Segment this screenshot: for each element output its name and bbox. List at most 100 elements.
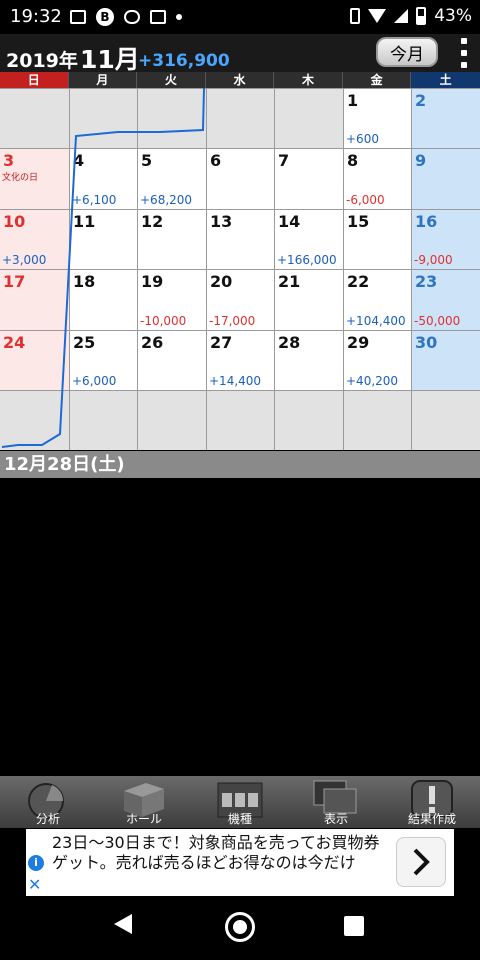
day-number: 16	[415, 212, 438, 231]
hall-label: ホール	[125, 812, 162, 826]
monthly-total: +316,900	[138, 51, 230, 71]
day-number: 30	[415, 333, 438, 352]
calendar-day-15[interactable]: 15	[344, 210, 411, 269]
calendar-day-1[interactable]: 1 +600	[344, 89, 411, 148]
overflow-menu-button[interactable]	[456, 38, 472, 68]
selected-date-bar[interactable]: 12月28日(土)	[0, 451, 480, 478]
bottom-toolbar: 分析 ホール 機種 表示 結果作成	[0, 776, 480, 828]
create-result-label: 結果作成	[407, 812, 456, 826]
menu-dot-icon	[461, 62, 467, 68]
create-result-button[interactable]: 結果作成	[384, 776, 480, 828]
day-balance: +6,100	[72, 193, 117, 207]
mail-icon	[150, 10, 166, 24]
notification-icons: B	[70, 8, 182, 26]
calendar-day-5[interactable]: 5 +68,200	[138, 149, 206, 209]
day-number: 20	[210, 272, 233, 291]
calendar-day-26[interactable]: 26	[138, 331, 206, 390]
calendar-cell-empty[interactable]	[138, 89, 206, 148]
calendar-cell-empty[interactable]	[412, 391, 480, 450]
calendar-day-8[interactable]: 8 -6,000	[344, 149, 411, 209]
weekday-thu: 木	[274, 72, 343, 88]
calendar-day-9[interactable]: 9	[412, 149, 480, 209]
calendar-cell-empty[interactable]	[70, 391, 137, 450]
calendar-day-17[interactable]: 17	[0, 270, 69, 330]
calendar-day-30[interactable]: 30	[412, 331, 480, 390]
ad-open-button[interactable]	[396, 837, 446, 887]
calendar-day-2[interactable]: 2	[412, 89, 480, 148]
calendar-day-16[interactable]: 16 -9,000	[412, 210, 480, 269]
calendar-cell-empty[interactable]	[275, 391, 343, 450]
calendar-day-3[interactable]: 3 文化の日	[0, 149, 69, 209]
calendar-day-6[interactable]: 6	[207, 149, 274, 209]
calendar-cell-empty[interactable]	[138, 391, 206, 450]
ad-content[interactable]: i ✕ 23日〜30日まで！対象商品を売ってお買物券ゲット。売れば売るほどお得な…	[26, 829, 454, 896]
day-number: 29	[347, 333, 370, 352]
calendar-cell-empty[interactable]	[0, 391, 69, 450]
day-balance: -10,000	[140, 314, 187, 328]
calendar-cell-empty[interactable]	[207, 391, 274, 450]
ad-text[interactable]: 23日〜30日まで！対象商品を売ってお買物券ゲット。売れば売るほどお得なのは今だ…	[52, 833, 382, 873]
calendar-day-19[interactable]: 19 -10,000	[138, 270, 206, 330]
calendar-day-21[interactable]: 21	[275, 270, 343, 330]
day-number: 26	[141, 333, 164, 352]
calendar-cell-empty[interactable]	[0, 89, 69, 148]
back-icon[interactable]	[114, 914, 132, 934]
calendar-day-25[interactable]: 25 +6,000	[70, 331, 137, 390]
display-label: 表示	[323, 812, 348, 826]
home-icon[interactable]	[225, 912, 255, 942]
day-balance: +3,000	[2, 253, 47, 267]
app-notification-icon: B	[96, 8, 114, 26]
day-number: 10	[3, 212, 26, 231]
display-button[interactable]: 表示	[288, 776, 384, 828]
calendar-day-7[interactable]: 7	[275, 149, 343, 209]
day-number: 3	[3, 151, 15, 170]
calendar-day-22[interactable]: 22 +104,400	[344, 270, 411, 330]
day-number: 18	[73, 272, 96, 291]
this-month-button[interactable]: 今月	[376, 37, 438, 67]
day-number: 4	[73, 151, 85, 170]
calendar-day-29[interactable]: 29 +40,200	[344, 331, 411, 390]
day-balance: -17,000	[209, 314, 256, 328]
day-number: 14	[278, 212, 301, 231]
calendar-day-4[interactable]: 4 +6,100	[70, 149, 137, 209]
ad-close-icon[interactable]: ✕	[28, 875, 41, 894]
day-number: 25	[73, 333, 96, 352]
calendar-cell-empty[interactable]	[344, 391, 411, 450]
calendar-day-28[interactable]: 28	[275, 331, 343, 390]
recent-apps-icon[interactable]	[344, 916, 364, 936]
analysis-button[interactable]: 分析	[0, 776, 96, 828]
day-number: 2	[415, 91, 427, 110]
calendar-day-10[interactable]: 10 +3,000	[0, 210, 69, 269]
calendar-cell-empty[interactable]	[70, 89, 137, 148]
day-number: 15	[347, 212, 370, 231]
calendar-day-12[interactable]: 12	[138, 210, 206, 269]
ad-banner[interactable]: i ✕ 23日〜30日まで！対象商品を売ってお買物券ゲット。売れば売るほどお得な…	[0, 829, 480, 896]
analysis-label: 分析	[35, 812, 60, 826]
calendar-day-27[interactable]: 27 +14,400	[207, 331, 274, 390]
calendar-cell-empty[interactable]	[207, 89, 274, 148]
calendar-day-11[interactable]: 11	[70, 210, 137, 269]
more-notifications-icon	[176, 14, 182, 20]
machine-label: 機種	[227, 812, 252, 826]
day-balance: +40,200	[346, 374, 399, 388]
calendar-day-23[interactable]: 23 -50,000	[412, 270, 480, 330]
day-number: 17	[3, 272, 26, 291]
weekday-fri: 金	[343, 72, 412, 88]
month-label[interactable]: 11月	[80, 40, 140, 76]
day-number: 5	[141, 151, 153, 170]
battery-icon	[416, 7, 427, 25]
hall-button[interactable]: ホール	[96, 776, 192, 828]
calendar-day-18[interactable]: 18	[70, 270, 137, 330]
calendar-day-14[interactable]: 14 +166,000	[275, 210, 343, 269]
calendar-day-24[interactable]: 24	[0, 331, 69, 390]
calendar-day-20[interactable]: 20 -17,000	[207, 270, 274, 330]
day-number: 11	[73, 212, 96, 231]
calendar-day-13[interactable]: 13	[207, 210, 274, 269]
calendar-cell-empty[interactable]	[275, 89, 343, 148]
machine-button[interactable]: 機種	[192, 776, 288, 828]
ad-info-icon[interactable]: i	[28, 855, 44, 871]
day-balance: -9,000	[414, 253, 453, 267]
day-number: 22	[347, 272, 370, 291]
year-label: 2019年	[6, 50, 78, 72]
cloud-icon	[124, 10, 140, 24]
